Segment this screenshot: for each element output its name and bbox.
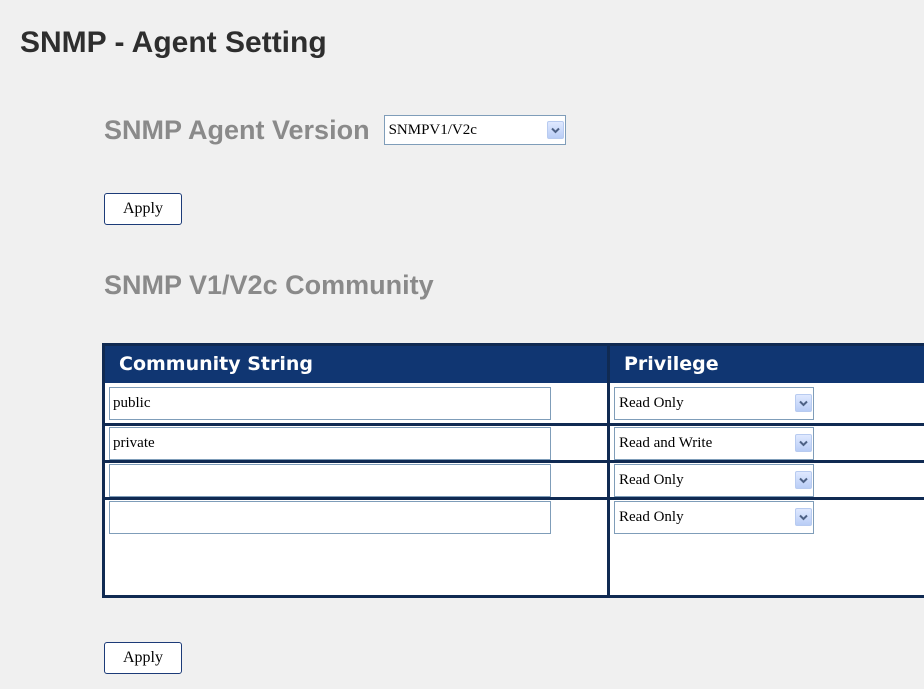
agent-version-row: SNMP Agent Version SNMPV1/V2c — [104, 108, 566, 152]
privilege-select[interactable]: Read Only — [614, 463, 814, 497]
chevron-down-icon[interactable] — [795, 394, 812, 412]
community-string-input[interactable] — [109, 463, 551, 497]
agent-version-value: SNMPV1/V2c — [388, 121, 477, 138]
chevron-down-icon[interactable] — [546, 121, 564, 139]
privilege-column: Privilege Read Only Read and Write Read … — [610, 346, 924, 595]
table-row: Read Only — [610, 460, 924, 497]
table-row: Read Only — [610, 497, 924, 534]
community-heading: SNMP V1/V2c Community — [104, 270, 434, 300]
table-row — [105, 383, 607, 423]
community-string-input[interactable] — [109, 386, 551, 420]
column-header-community-string: Community String — [105, 346, 607, 383]
table-row — [105, 497, 607, 534]
apply-community-button[interactable]: Apply — [104, 642, 182, 674]
privilege-value: Read and Write — [619, 434, 713, 451]
chevron-down-icon[interactable] — [795, 471, 812, 489]
table-row: Read Only — [610, 383, 924, 423]
privilege-select[interactable]: Read and Write — [614, 426, 814, 460]
privilege-value: Read Only — [619, 394, 684, 411]
chevron-down-icon[interactable] — [795, 434, 812, 452]
privilege-select[interactable]: Read Only — [614, 386, 814, 420]
table-row — [105, 460, 607, 497]
table-row — [105, 423, 607, 460]
community-table: Community String Privilege Read Only Rea — [102, 343, 924, 598]
column-header-privilege: Privilege — [610, 346, 924, 383]
apply-version-button[interactable]: Apply — [104, 193, 182, 225]
community-string-input[interactable] — [109, 426, 551, 460]
agent-version-select[interactable]: SNMPV1/V2c — [383, 115, 566, 145]
page-title: SNMP - Agent Setting — [20, 26, 327, 59]
table-row: Read and Write — [610, 423, 924, 460]
privilege-select[interactable]: Read Only — [614, 500, 814, 534]
community-string-input[interactable] — [109, 500, 551, 534]
privilege-value: Read Only — [619, 471, 684, 488]
privilege-value: Read Only — [619, 508, 684, 525]
community-string-column: Community String — [105, 346, 607, 595]
chevron-down-icon[interactable] — [795, 508, 812, 526]
agent-version-label: SNMP Agent Version — [104, 114, 370, 145]
